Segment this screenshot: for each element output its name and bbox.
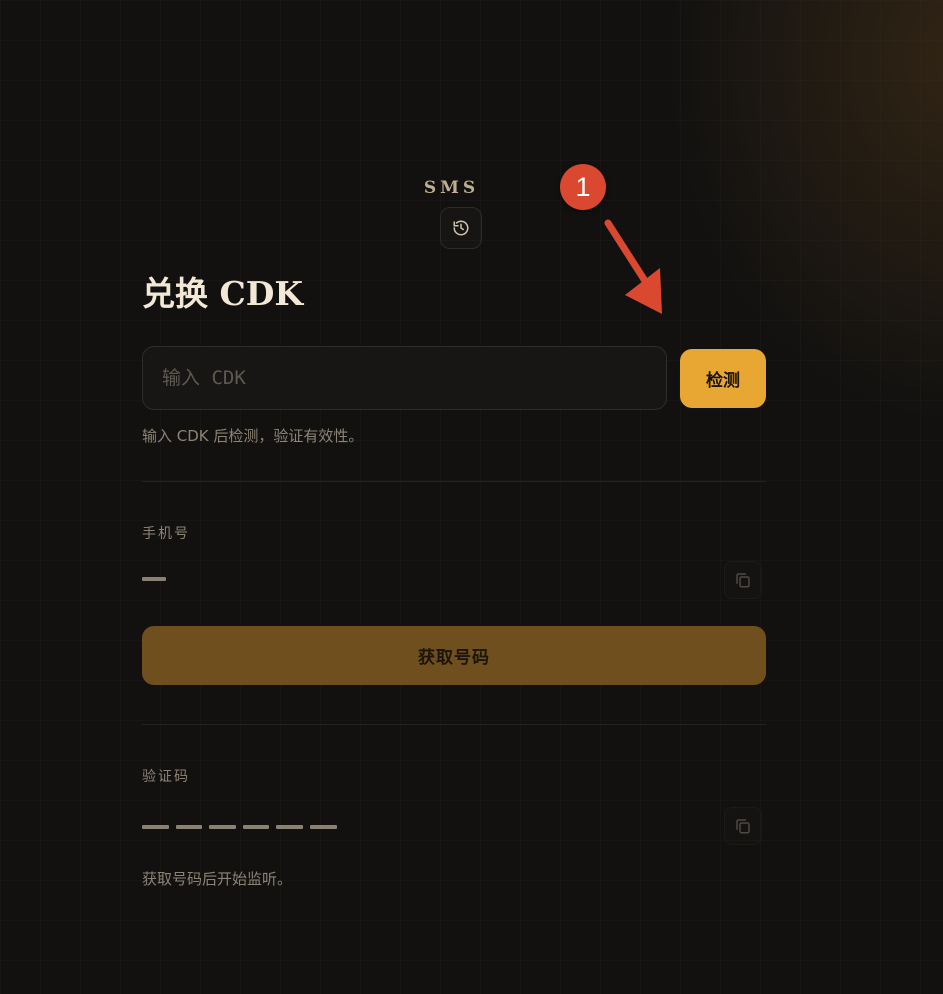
arrow-icon (604, 219, 662, 314)
get-number-button[interactable]: 获取号码 (142, 626, 766, 685)
app-brand: SMS (423, 178, 480, 198)
phone-label: 手机号 (142, 526, 190, 542)
history-icon (453, 220, 469, 236)
step-badge: 1 (560, 164, 606, 210)
code-digit-placeholder (243, 825, 269, 829)
copy-phone-button[interactable] (724, 561, 762, 599)
code-hint: 获取号码后开始监听。 (142, 870, 293, 888)
code-digit-placeholder (176, 825, 202, 829)
history-button[interactable] (440, 207, 482, 249)
divider (142, 724, 766, 725)
phone-number-placeholder (142, 577, 166, 581)
code-digit-placeholder (209, 825, 236, 829)
cdk-hint: 输入 CDK 后检测，验证有效性。 (142, 427, 364, 445)
detect-button[interactable]: 检测 (680, 349, 766, 408)
code-digit-placeholder (310, 825, 337, 829)
code-label: 验证码 (142, 769, 190, 785)
code-digit-placeholder (142, 825, 169, 829)
cdk-input[interactable] (142, 346, 667, 410)
code-digit-placeholder (276, 825, 303, 829)
copy-code-button[interactable] (724, 807, 762, 845)
copy-icon (736, 819, 750, 834)
page-title: 兑换 CDK (142, 274, 304, 313)
divider (142, 481, 766, 482)
copy-icon (736, 573, 750, 588)
